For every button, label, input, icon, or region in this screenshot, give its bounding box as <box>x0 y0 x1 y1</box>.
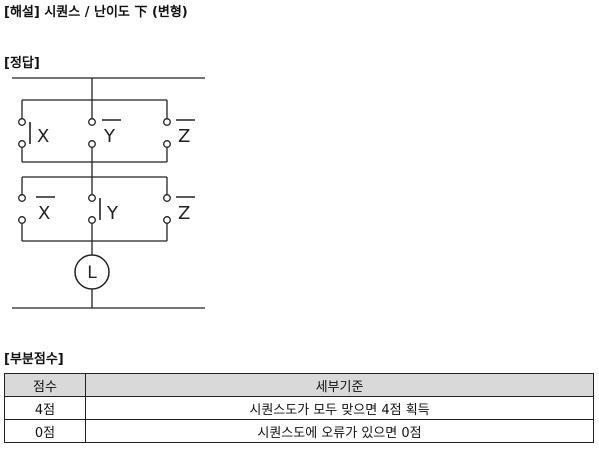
criteria-cell: 시퀀스도가 모두 맞으면 4점 획득 <box>85 396 594 420</box>
contact-z-bar-terminal-top <box>163 118 171 126</box>
table-row: 0점 시퀀스도에 오류가 있으면 0점 <box>4 419 594 443</box>
criteria-cell: 시퀀스도에 오류가 있으면 0점 <box>85 419 594 443</box>
column-header-score: 점수 <box>4 373 86 397</box>
explanation-title: [해설] 시퀀스 / 난이도 下 (변형) <box>4 5 188 20</box>
label-g1-left: X <box>37 126 49 147</box>
table-header-row: 점수 세부기준 <box>4 373 594 397</box>
score-cell: 0점 <box>4 419 86 443</box>
label-g1-center: Y <box>103 126 116 147</box>
lamp-label: L <box>87 263 97 283</box>
partial-score-heading: [부분점수] <box>4 352 64 367</box>
contact-z-bar2-terminal-bottom <box>163 216 171 224</box>
label-g1-right: Z <box>178 126 190 147</box>
contact-y-terminal-top <box>88 194 96 202</box>
contact-y-bar-terminal-top <box>88 118 96 126</box>
column-header-criteria: 세부기준 <box>85 373 594 397</box>
table-row: 4점 시퀀스도가 모두 맞으면 4점 획득 <box>4 396 594 420</box>
contact-z-bar-terminal-bottom <box>163 140 171 148</box>
label-g2-center: Y <box>106 203 119 224</box>
answer-heading: [정답] <box>4 56 40 71</box>
contact-y-bar-terminal-bottom <box>88 140 96 148</box>
label-g2-right: Z <box>178 203 190 224</box>
contact-y-terminal-bottom <box>88 216 96 224</box>
contact-z-bar2-terminal-top <box>163 194 171 202</box>
contact-x-terminal-top <box>18 118 26 126</box>
sequence-circuit-diagram: X Y Z X Y Z L <box>12 77 205 309</box>
contact-x-bar-terminal-bottom <box>18 216 26 224</box>
contact-x-terminal-bottom <box>18 140 26 148</box>
contact-x-bar-terminal-top <box>18 194 26 202</box>
label-g2-left: X <box>38 203 50 224</box>
score-cell: 4점 <box>4 396 86 420</box>
score-criteria-table: 점수 세부기준 4점 시퀀스도가 모두 맞으면 4점 획득 0점 시퀀스도에 오… <box>4 373 594 443</box>
